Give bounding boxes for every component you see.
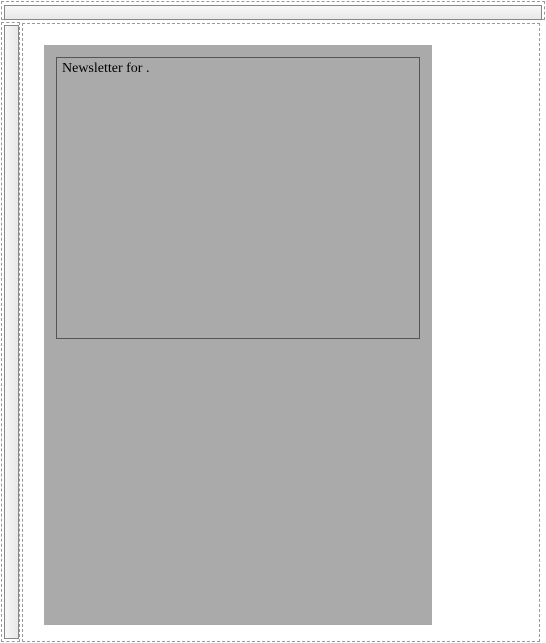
vertical-ruler[interactable] bbox=[4, 25, 19, 639]
horizontal-ruler-container bbox=[1, 1, 545, 20]
canvas-bounds: Newsletter for . bbox=[22, 23, 540, 642]
text-frame[interactable]: Newsletter for . bbox=[56, 57, 420, 339]
vertical-ruler-container bbox=[1, 22, 20, 642]
horizontal-ruler[interactable] bbox=[4, 5, 542, 20]
text-frame-content: Newsletter for . bbox=[62, 61, 149, 76]
application-window: Newsletter for . bbox=[0, 0, 546, 643]
document-page[interactable]: Newsletter for . bbox=[44, 45, 432, 625]
document-canvas[interactable]: Newsletter for . bbox=[22, 22, 545, 642]
